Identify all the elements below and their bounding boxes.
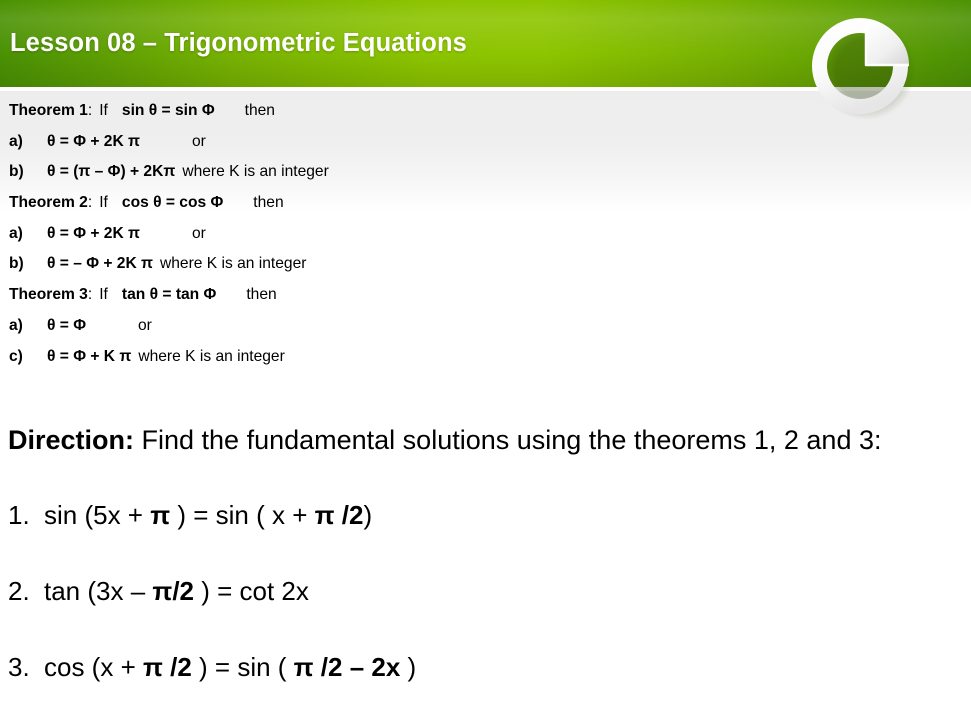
pie-chart-ring-icon <box>796 8 926 126</box>
direction-body: Find the fundamental solutions using the… <box>134 425 882 455</box>
problem-part: ) = sin ( x + <box>170 500 315 530</box>
theorem-item-tag: c) <box>9 347 23 365</box>
theorem-item-note: where K is an integer <box>138 347 285 365</box>
theorem-item-tag: a) <box>9 316 23 334</box>
theorem-colon: : <box>87 194 93 212</box>
theorem-item-tag: a) <box>9 132 23 150</box>
theorem-item-body: θ = Φ + K π <box>47 347 132 365</box>
theorem-item-body: θ = Φ <box>47 316 86 334</box>
problem-pi-term: π /2 – 2x <box>293 652 401 682</box>
theorem-label: Theorem 2 <box>9 194 88 212</box>
problem-list: 1. sin (5x + π ) = sin ( x + π /2) 2. tan … <box>8 500 958 728</box>
problem-pi-term: π/2 <box>152 576 194 606</box>
theorem-colon: : <box>87 286 93 304</box>
theorem-item-note: or <box>191 224 206 242</box>
problem-part: ) <box>363 500 373 530</box>
problem-part: ) = sin ( <box>191 652 294 682</box>
theorem-label: Theorem 3 <box>9 286 88 304</box>
theorem-item: a) θ = Φ or <box>9 311 709 342</box>
direction-block: Direction: Find the fundamental solution… <box>8 424 958 457</box>
theorem-item-tag: b) <box>9 163 24 181</box>
problem-part: cos (x + <box>44 652 143 682</box>
problem-part: ) <box>400 652 417 682</box>
theorem-item-body: θ = Φ + 2K π <box>47 132 140 150</box>
theorem-item-body: θ = (π – Φ) + 2Kπ <box>47 163 176 181</box>
theorem-list: Theorem 1: If sin θ = sin Φ then a) θ = Φ + … <box>9 96 709 372</box>
problem-item: 3. cos (x + π /2 ) = sin ( π /2 – 2x ) <box>8 652 958 682</box>
direction-text: Direction: Find the fundamental solution… <box>8 424 943 457</box>
problem-pi-term: π /2 <box>314 500 364 530</box>
problem-part: ) = cot 2x <box>194 576 309 606</box>
theorem-heading: Theorem 2: If cos θ = cos Φ then <box>9 188 709 219</box>
theorem-equation: sin θ = sin Φ <box>121 102 215 119</box>
theorem-item-note: or <box>191 132 206 150</box>
theorem-item-note: where K is an integer <box>182 163 329 181</box>
theorem-item-body: θ = – Φ + 2K π <box>47 255 153 273</box>
theorem-equation: cos θ = cos Φ <box>121 194 224 212</box>
theorem-item: b) θ = – Φ + 2K π where K is an integer <box>9 249 709 280</box>
problem-number: 2. <box>8 576 30 606</box>
problem-part: tan (3x – <box>44 576 153 606</box>
direction-label: Direction: <box>8 425 135 455</box>
theorem-item-body: θ = Φ + 2K π <box>47 224 140 242</box>
theorem-item: a) θ = Φ + 2K π or <box>9 219 709 250</box>
problem-pi-term: π <box>150 500 171 530</box>
problem-item: 2. tan (3x – π/2 ) = cot 2x <box>8 576 958 606</box>
theorem-equation: tan θ = tan Φ <box>121 286 217 304</box>
theorem-item: b) θ = (π – Φ) + 2Kπ where K is an integer <box>9 157 709 188</box>
theorem-colon: : <box>87 102 93 119</box>
theorem-item-note: or <box>138 316 152 334</box>
theorem-heading: Theorem 1: If sin θ = sin Φ then <box>9 96 709 127</box>
theorem-if: If <box>99 102 108 119</box>
problem-number: 1. <box>8 500 30 530</box>
problem-item: 1. sin (5x + π ) = sin ( x + π /2) <box>8 500 958 530</box>
theorem-then: then <box>244 102 275 119</box>
theorem-item-note: where K is an integer <box>159 255 307 273</box>
problem-number: 3. <box>8 652 30 682</box>
problem-part: sin (5x + <box>44 500 151 530</box>
problem-pi-term: π /2 <box>142 652 192 682</box>
theorem-item: c) θ = Φ + K π where K is an integer <box>9 342 709 373</box>
theorem-heading: Theorem 3: If tan θ = tan Φ then <box>9 280 709 311</box>
theorem-item-tag: b) <box>9 255 24 273</box>
theorem-item-tag: a) <box>9 224 23 242</box>
theorem-then: then <box>246 286 277 304</box>
theorem-if: If <box>99 286 108 304</box>
theorem-then: then <box>253 194 284 212</box>
theorem-item: a) θ = Φ + 2K π or <box>9 127 709 158</box>
theorem-if: If <box>99 194 108 212</box>
theorem-label: Theorem 1 <box>9 102 88 119</box>
page-title: Lesson 08 – Trigonometric Equations <box>10 29 467 57</box>
